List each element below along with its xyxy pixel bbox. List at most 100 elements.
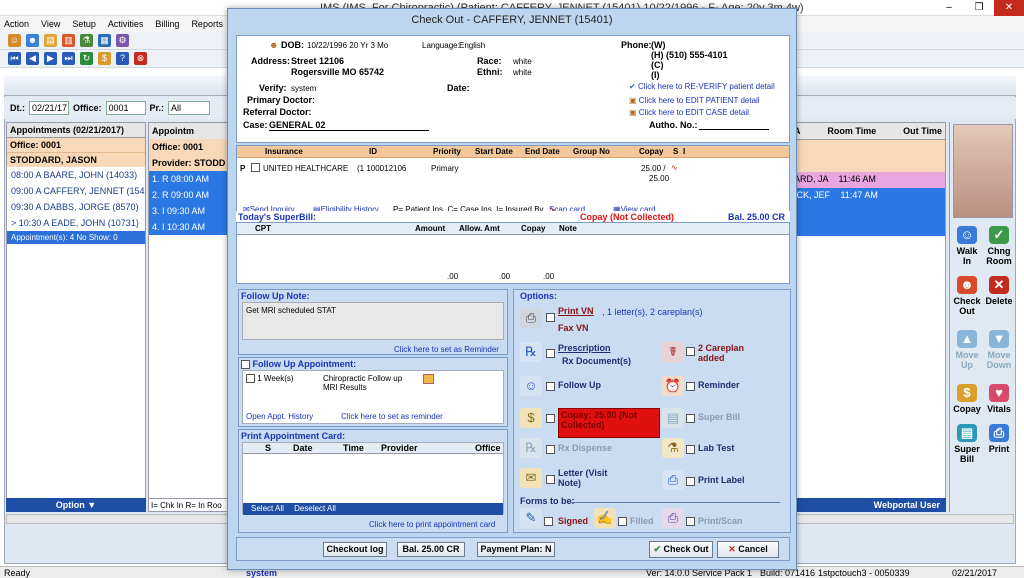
set-reminder-link[interactable]: Click here to set as Reminder (394, 345, 499, 354)
prev-icon[interactable]: ◀ (26, 52, 39, 65)
edit-patient-link[interactable]: ▣ Click here to EDIT PATIENT detail (629, 96, 760, 105)
autho-field[interactable] (699, 120, 769, 130)
move-down-button[interactable]: ▼ Move Down (984, 330, 1014, 370)
prescription-checkbox[interactable] (546, 348, 555, 359)
fax-vn-option[interactable]: Fax VN (558, 323, 589, 333)
letter-checkbox[interactable] (546, 474, 555, 485)
lab-icon[interactable]: ⚗ (80, 34, 93, 47)
menu-view[interactable]: View (41, 19, 60, 29)
followup-appt-checkbox[interactable] (241, 360, 250, 370)
change-room-button[interactable]: ✓ Chng Room (984, 226, 1014, 266)
careplan-option[interactable]: 2 Careplan added (698, 343, 758, 363)
stop-icon[interactable]: ⊗ (134, 52, 147, 65)
table-row[interactable]: 4. I 10:30 AM (149, 219, 229, 235)
vitals-button[interactable]: ♥ Vitals (984, 384, 1014, 414)
followup-duration[interactable]: 1 Week(s) (246, 374, 294, 384)
reminder-checkbox[interactable] (686, 381, 695, 392)
help-icon[interactable]: ? (116, 52, 129, 65)
dollar-icon[interactable]: $ (98, 52, 111, 65)
menu-setup[interactable]: Setup (72, 19, 96, 29)
table-row[interactable]: 2. R 09:00 AM (149, 187, 229, 203)
signed-option[interactable]: Signed (558, 516, 588, 526)
prescription-option[interactable]: Prescription (558, 343, 611, 353)
print-button[interactable]: ⎙ Print (984, 424, 1014, 454)
option-button[interactable]: Option ▼ (6, 498, 146, 512)
followup-note-text[interactable]: Get MRI scheduled STAT (242, 302, 504, 340)
office-select[interactable]: 0001 (105, 101, 146, 115)
first-icon[interactable]: ⏮ (8, 52, 21, 65)
date-label: Date: (447, 83, 470, 93)
report-icon[interactable]: ▦ (98, 34, 111, 47)
provider-select[interactable]: All (168, 101, 211, 115)
edit-case-link[interactable]: ▣ Click here to EDIT CASE detail (629, 108, 749, 117)
refresh-icon[interactable]: ↻ (80, 52, 93, 65)
menu-activities[interactable]: Activities (108, 19, 144, 29)
check-out-button[interactable]: ✔ Check Out (649, 541, 713, 558)
print-scan-option[interactable]: Print/Scan (698, 516, 743, 526)
print-card-link[interactable]: Click here to print appointment card (369, 520, 495, 529)
list-item[interactable]: 08:00 A BAARE, JOHN (14033) (7, 167, 145, 183)
list-item[interactable]: 09:30 A DABBS, JORGE (8570) (7, 199, 145, 215)
filled-option[interactable]: Filled (630, 516, 654, 526)
check-out-button[interactable]: ☻ Check Out (952, 276, 982, 316)
table-row[interactable]: ICK, JEF 11:47 AM (791, 188, 945, 204)
reminder-option[interactable]: Reminder (698, 380, 740, 390)
print-label-checkbox[interactable] (686, 476, 695, 487)
print-vn-checkbox[interactable] (546, 312, 555, 323)
copay-button[interactable]: $ Copay (952, 384, 982, 414)
table-row[interactable] (791, 204, 945, 220)
print-label-option[interactable]: Print Label (698, 475, 745, 485)
signed-checkbox[interactable] (544, 516, 553, 527)
menu-reports[interactable]: Reports (191, 19, 223, 29)
last-icon[interactable]: ⏭ (62, 52, 75, 65)
super-bill-option[interactable]: Super Bill (698, 412, 740, 422)
appt-history-link[interactable]: Open Appt. History (246, 412, 313, 421)
print-scan-checkbox[interactable] (686, 516, 695, 527)
deselect-all-link[interactable]: Deselect All (294, 504, 336, 513)
menu-action[interactable]: Action (4, 19, 29, 29)
restore-icon[interactable]: ❐ (964, 0, 994, 16)
patient-icon[interactable]: ☻ (26, 34, 39, 47)
user-icon[interactable]: ☺ (8, 34, 21, 47)
filled-checkbox[interactable] (618, 516, 627, 527)
move-up-button[interactable]: ▲ Move Up (952, 330, 982, 370)
folder-icon[interactable]: ▤ (44, 34, 57, 47)
super-bill-button[interactable]: ▤ Super Bill (952, 424, 982, 464)
set-reminder-link-2[interactable]: Click here to set as reminder (341, 412, 443, 421)
list-item[interactable]: > 10:30 A EADE, JOHN (10731) (7, 215, 145, 231)
table-row[interactable]: 1. R 08:00 AM (149, 171, 229, 187)
print-vn-option[interactable]: Print VN (558, 306, 594, 316)
rx-dispense-checkbox[interactable] (546, 444, 555, 455)
table-row[interactable] (791, 220, 945, 236)
letter-option[interactable]: Letter (Visit Note) (558, 468, 628, 488)
close-icon[interactable]: ✕ (994, 0, 1024, 16)
careplan-checkbox[interactable] (686, 346, 695, 357)
insurance-header: Insurance ID Priority Start Date End Dat… (237, 146, 789, 158)
follow-up-option[interactable]: Follow Up (558, 380, 601, 390)
table-row[interactable]: ARD, JA 11:46 AM (791, 172, 945, 188)
minimize-icon[interactable]: – (934, 0, 964, 16)
select-all-link[interactable]: Select All (251, 504, 284, 513)
chart-icon[interactable]: ▥ (62, 34, 75, 47)
lab-test-checkbox[interactable] (686, 444, 695, 455)
table-row[interactable]: 3. I 09:30 AM (149, 203, 229, 219)
case-value[interactable]: GENERAL 02 (269, 120, 429, 131)
walk-in-button[interactable]: ☺ Walk In (952, 226, 982, 266)
next-icon[interactable]: ▶ (44, 52, 57, 65)
rx-dispense-option[interactable]: Rx Dispense (558, 443, 612, 453)
lab-test-option[interactable]: Lab Test (698, 443, 734, 453)
copay-checkbox[interactable] (546, 413, 555, 424)
checkout-log-button[interactable]: Checkout log (323, 542, 387, 557)
settings-icon[interactable]: ⚙ (116, 34, 129, 47)
follow-up-checkbox[interactable] (546, 381, 555, 392)
super-bill-checkbox[interactable] (686, 413, 695, 424)
webportal-user-bar[interactable]: Webportal User (790, 498, 946, 512)
reverify-link[interactable]: ✔ Click here to RE-VERIFY patient detail (629, 82, 775, 91)
list-item[interactable]: 09:00 A CAFFERY, JENNET (154 (7, 183, 145, 199)
cancel-button[interactable]: ✕ Cancel (717, 541, 779, 558)
calendar-icon[interactable] (423, 374, 434, 384)
menu-billing[interactable]: Billing (155, 19, 179, 29)
date-field[interactable]: 02/21/17 (29, 101, 69, 115)
copay-option[interactable]: Copay: 25.00 (Not Collected) (558, 408, 660, 438)
delete-button[interactable]: ✕ Delete (984, 276, 1014, 306)
